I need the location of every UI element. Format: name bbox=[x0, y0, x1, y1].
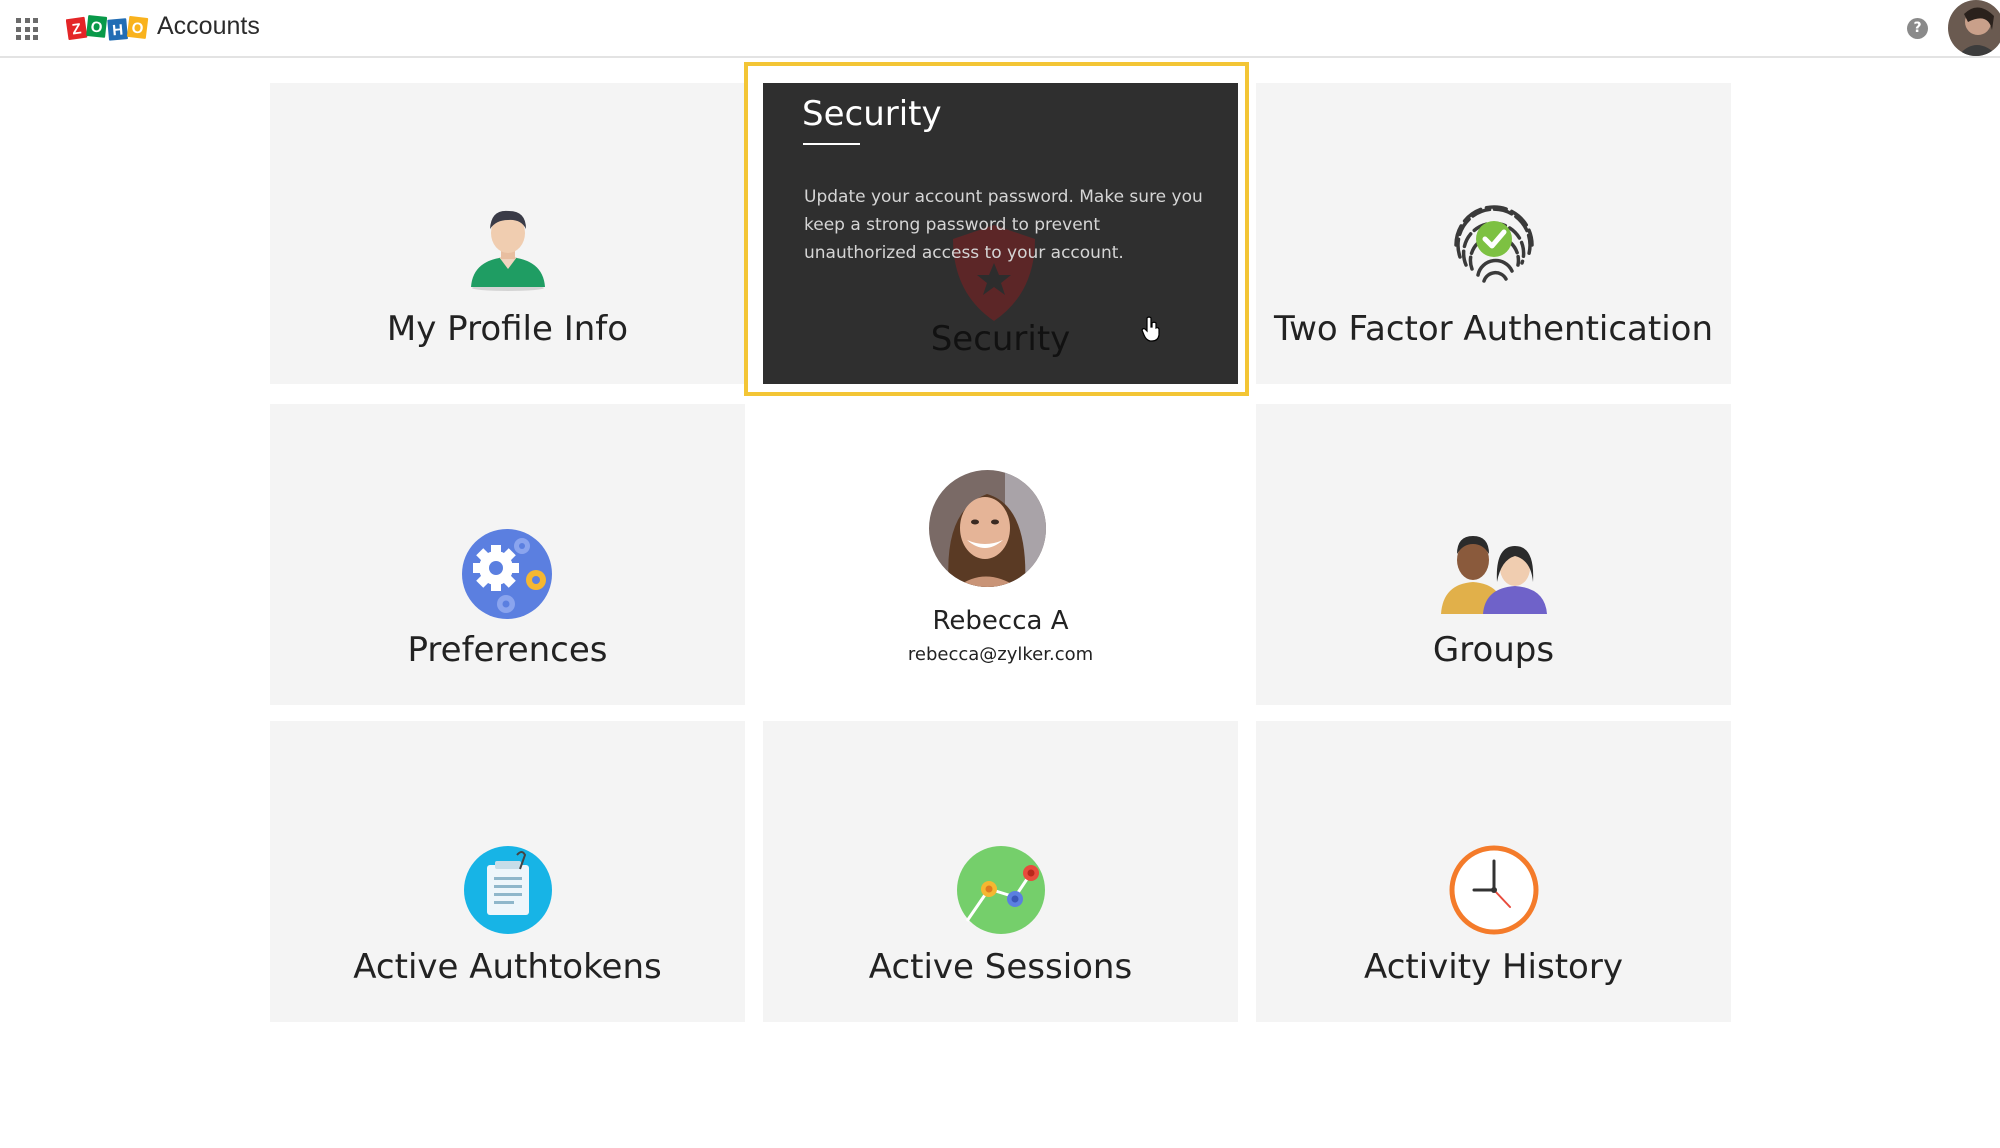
profile-photo[interactable] bbox=[929, 470, 1046, 587]
tile-label: Preferences bbox=[407, 630, 608, 670]
svg-text:O: O bbox=[90, 18, 104, 36]
svg-text:H: H bbox=[112, 22, 124, 40]
group-icon bbox=[1440, 536, 1547, 614]
sessions-icon bbox=[956, 846, 1045, 934]
gears-icon bbox=[461, 529, 552, 619]
title-underline bbox=[803, 143, 860, 145]
apps-grid-icon[interactable] bbox=[16, 18, 38, 40]
tile-security[interactable]: Security Update your account password. M… bbox=[763, 83, 1238, 384]
tile-label: Two Factor Authentication bbox=[1273, 309, 1714, 349]
tile-active-sessions[interactable]: Active Sessions bbox=[763, 721, 1238, 1022]
tile-preferences[interactable]: Preferences bbox=[270, 404, 745, 705]
tile-groups[interactable]: Groups bbox=[1256, 404, 1731, 705]
profile-name: Rebecca A bbox=[932, 606, 1069, 636]
svg-text:O: O bbox=[131, 19, 145, 37]
top-bar: Z O H O Accounts ? bbox=[0, 0, 2000, 58]
tile-activity-history[interactable]: Activity History bbox=[1256, 721, 1731, 1022]
profile-email: rebecca@zylker.com bbox=[907, 644, 1094, 665]
tile-label: Groups bbox=[1432, 630, 1555, 670]
tile-label: Security bbox=[930, 319, 1071, 359]
person-icon bbox=[470, 210, 545, 291]
tile-two-factor-authentication[interactable]: Two Factor Authentication bbox=[1256, 83, 1731, 384]
document-icon bbox=[463, 846, 552, 934]
zoho-logo[interactable]: Z O H O bbox=[66, 13, 150, 43]
help-icon[interactable]: ? bbox=[1907, 18, 1928, 39]
tile-label: Active Sessions bbox=[868, 947, 1133, 987]
profile-card: Rebecca A rebecca@zylker.com bbox=[763, 404, 1238, 705]
hand-cursor-icon bbox=[1141, 316, 1160, 342]
tile-active-authtokens[interactable]: Active Authtokens bbox=[270, 721, 745, 1022]
clock-icon bbox=[1449, 845, 1538, 935]
app-title: Accounts bbox=[157, 12, 260, 40]
security-description: Update your account password. Make sure … bbox=[804, 187, 1203, 263]
user-avatar[interactable] bbox=[1948, 0, 2000, 56]
tile-my-profile-info[interactable]: My Profile Info bbox=[270, 83, 745, 384]
tile-label: My Profile Info bbox=[386, 309, 629, 349]
security-popup-title: Security bbox=[802, 94, 942, 134]
tile-label: Active Authtokens bbox=[353, 947, 662, 987]
fingerprint-icon bbox=[1453, 205, 1534, 283]
tile-label: Activity History bbox=[1364, 947, 1623, 987]
